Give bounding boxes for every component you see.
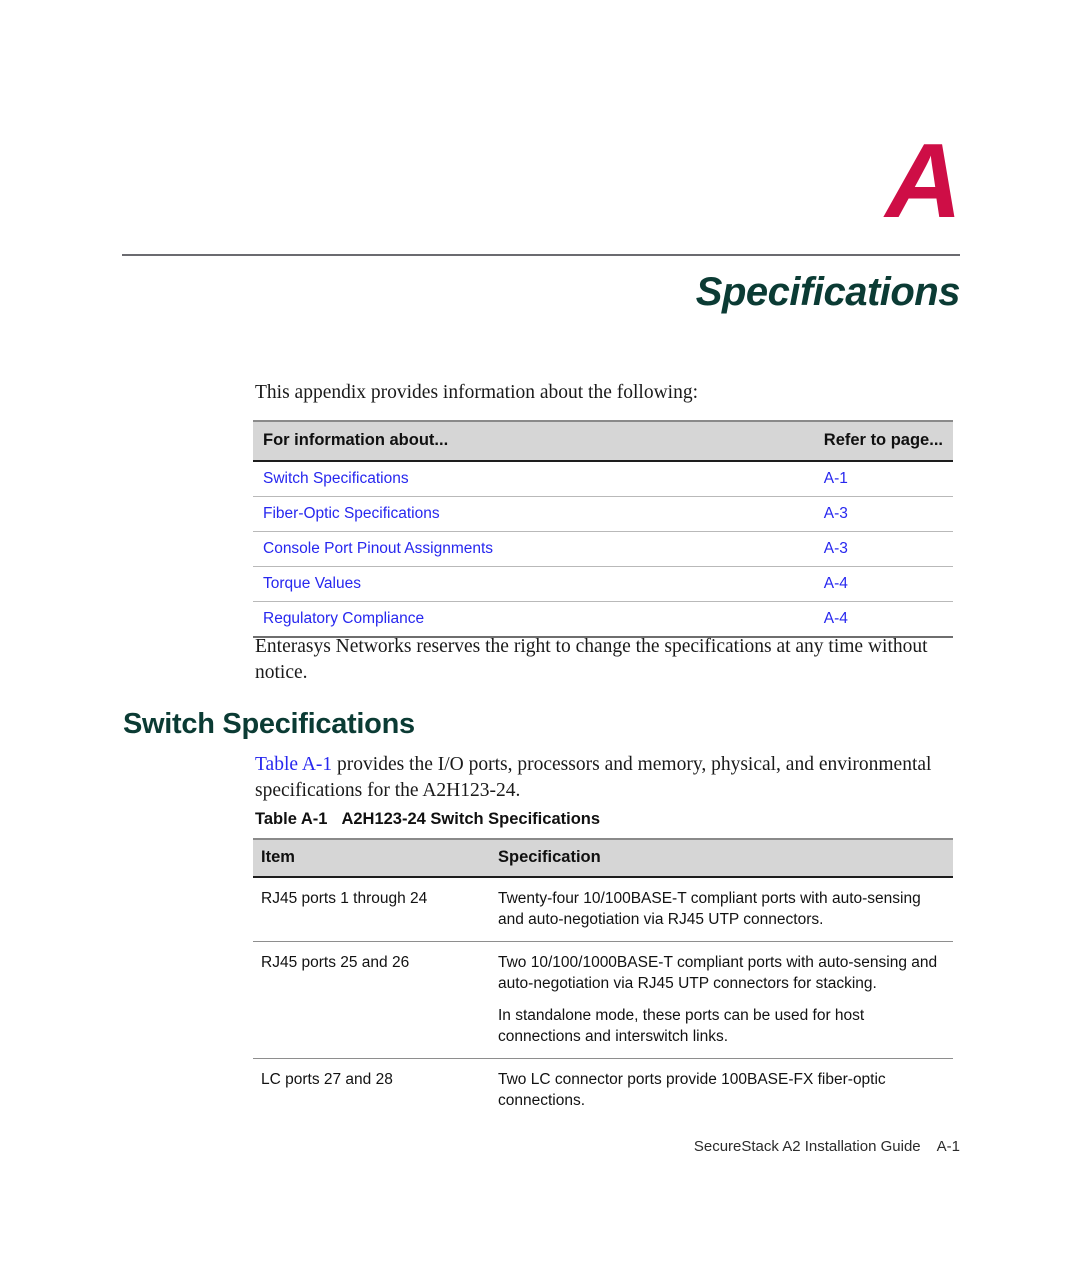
page-title: Specifications — [695, 270, 961, 314]
table-row: LC ports 27 and 28 Two LC connector port… — [253, 1059, 953, 1123]
footer-guide-title: SecureStack A2 Installation Guide — [693, 1138, 921, 1155]
table-caption: Table A-1 A2H123-24 Switch Specifications — [255, 810, 600, 829]
table-caption-number: Table A-1 — [255, 810, 328, 828]
table-row[interactable]: Fiber-Optic Specifications A-3 — [253, 496, 953, 532]
toc-column-header-page: Refer to page... — [811, 420, 953, 462]
intro-paragraph: This appendix provides information about… — [255, 382, 699, 403]
toc-link-switch-specifications[interactable]: Switch Specifications — [253, 461, 812, 497]
page-footer: SecureStack A2 Installation Guide A-1 — [694, 1138, 960, 1155]
switch-specifications-table: Item Specification RJ45 ports 1 through … — [253, 838, 953, 1122]
document-page: A Specifications This appendix provides … — [0, 0, 1080, 1270]
table-row[interactable]: Torque Values A-4 — [253, 566, 953, 602]
toc-column-header-topic: For information about... — [253, 420, 812, 462]
table-row[interactable]: Regulatory Compliance A-4 — [253, 601, 953, 638]
disclaimer-paragraph: Enterasys Networks reserves the right to… — [255, 636, 928, 683]
spec-paragraph: Twenty-four 10/100BASE-T compliant ports… — [498, 890, 921, 928]
spec-column-header-specification: Specification — [490, 838, 953, 878]
toc-link-fiber-optic-specifications[interactable]: Fiber-Optic Specifications — [253, 496, 812, 532]
table-row[interactable]: Switch Specifications A-1 — [253, 461, 953, 497]
toc-page-switch-specifications[interactable]: A-1 — [811, 461, 953, 497]
spec-value-rj45-ports-1-24: Twenty-four 10/100BASE-T compliant ports… — [490, 877, 953, 942]
table-row: RJ45 ports 25 and 26 Two 10/100/1000BASE… — [253, 941, 953, 1059]
spec-item-rj45-ports-1-24: RJ45 ports 1 through 24 — [253, 877, 490, 942]
footer-page-number: A-1 — [936, 1138, 960, 1155]
appendix-letter: A — [885, 122, 962, 240]
table-row[interactable]: Console Port Pinout Assignments A-3 — [253, 531, 953, 567]
spec-header-row: Item Specification — [253, 838, 953, 878]
spec-item-rj45-ports-25-26: RJ45 ports 25 and 26 — [253, 941, 490, 1059]
table-row: RJ45 ports 1 through 24 Twenty-four 10/1… — [253, 877, 953, 942]
table-cross-reference-link[interactable]: Table A-1 — [255, 754, 332, 775]
spec-paragraph: Two LC connector ports provide 100BASE-F… — [498, 1071, 886, 1109]
appendix-contents-table: For information about... Refer to page..… — [253, 420, 953, 638]
section-intro-text: provides the I/O ports, processors and m… — [255, 754, 932, 801]
spec-item-lc-ports-27-28: LC ports 27 and 28 — [261, 1071, 393, 1088]
toc-link-torque-values[interactable]: Torque Values — [253, 566, 812, 602]
spec-value-lc-ports-27-28: Two LC connector ports provide 100BASE-F… — [490, 1059, 953, 1123]
section-intro-paragraph: Table A-1 provides the I/O ports, proces… — [255, 752, 945, 804]
header-divider-rule — [122, 254, 960, 256]
spec-column-header-item: Item — [253, 838, 490, 878]
spec-paragraph: Two 10/100/1000BASE-T compliant ports wi… — [498, 954, 938, 992]
spec-value-rj45-ports-25-26: Two 10/100/1000BASE-T compliant ports wi… — [490, 941, 953, 1059]
toc-header-row: For information about... Refer to page..… — [253, 420, 953, 462]
toc-page-torque-values[interactable]: A-4 — [811, 566, 953, 602]
section-heading-switch-specifications: Switch Specifications — [123, 708, 415, 740]
toc-page-fiber-optic-specifications[interactable]: A-3 — [811, 496, 953, 532]
spec-paragraph: In standalone mode, these ports can be u… — [498, 1007, 865, 1045]
toc-link-console-port-pinout-assignments[interactable]: Console Port Pinout Assignments — [253, 531, 812, 567]
toc-link-regulatory-compliance[interactable]: Regulatory Compliance — [253, 601, 812, 638]
table-caption-title: A2H123-24 Switch Specifications — [341, 810, 601, 828]
toc-page-console-port-pinout-assignments[interactable]: A-3 — [811, 531, 953, 567]
toc-page-regulatory-compliance[interactable]: A-4 — [811, 601, 953, 638]
